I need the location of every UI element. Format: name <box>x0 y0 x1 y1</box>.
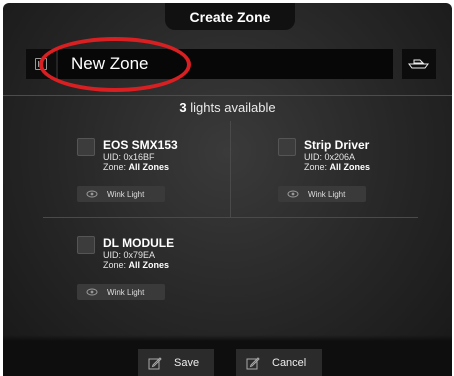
eye-icon <box>287 190 299 198</box>
light-zone: Zone: All Zones <box>304 162 370 172</box>
eye-icon <box>86 190 98 198</box>
page-title-text: Create Zone <box>189 8 271 25</box>
light-uid: UID: 0x79EA <box>103 250 156 260</box>
light-zone: Zone: All Zones <box>103 162 169 172</box>
grid-divider-horizontal <box>43 217 418 218</box>
lights-count-suffix: lights available <box>190 100 276 115</box>
wink-light-label: Wink Light <box>107 189 145 199</box>
light-uid: UID: 0x16BF <box>103 152 155 162</box>
wink-light-button[interactable]: Wink Light <box>77 284 165 300</box>
lights-available-text: 3 lights available <box>3 100 452 115</box>
page-title: Create Zone <box>165 3 295 30</box>
save-label: Save <box>174 357 200 369</box>
zone-value: All Zones <box>128 162 170 172</box>
zone-value: All Zones <box>329 162 371 172</box>
edit-icon <box>246 356 260 370</box>
zone-prefix: Zone: <box>103 260 127 270</box>
light-name: DL MODULE <box>103 236 175 250</box>
eye-icon <box>86 288 98 296</box>
zone-prefix: Zone: <box>304 162 328 172</box>
boat-icon <box>408 59 429 69</box>
light-select-checkbox[interactable] <box>278 138 296 156</box>
zone-value: All Zones <box>128 260 170 270</box>
highlight-annotation <box>39 37 191 92</box>
grid-divider-vertical <box>230 121 231 217</box>
divider <box>3 95 452 96</box>
boat-button[interactable] <box>402 49 436 79</box>
light-name: Strip Driver <box>304 138 370 152</box>
light-select-checkbox[interactable] <box>77 138 95 156</box>
save-button[interactable]: Save <box>138 349 214 376</box>
zone-prefix: Zone: <box>103 162 127 172</box>
light-select-checkbox[interactable] <box>77 236 95 254</box>
create-zone-screen: Create Zone 3 lights available EOS SMX15… <box>3 3 452 376</box>
light-uid: UID: 0x206A <box>304 152 356 162</box>
action-bar <box>3 335 452 376</box>
edit-icon <box>148 356 162 370</box>
cancel-label: Cancel <box>272 357 307 369</box>
cancel-button[interactable]: Cancel <box>236 349 322 376</box>
wink-light-button[interactable]: Wink Light <box>278 186 366 202</box>
wink-light-label: Wink Light <box>107 287 145 297</box>
lights-count: 3 <box>179 100 187 115</box>
wink-light-label: Wink Light <box>308 189 346 199</box>
light-zone: Zone: All Zones <box>103 260 169 270</box>
light-name: EOS SMX153 <box>103 138 178 152</box>
wink-light-button[interactable]: Wink Light <box>77 186 165 202</box>
